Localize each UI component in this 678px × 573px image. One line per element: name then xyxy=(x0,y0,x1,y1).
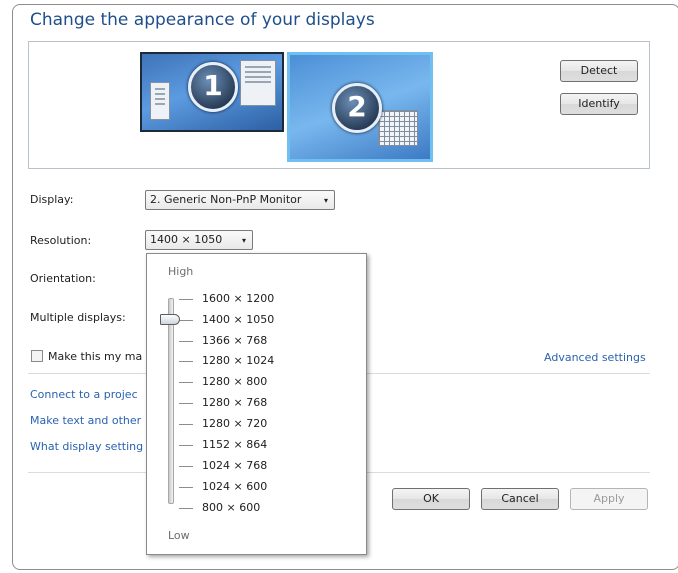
grid-window-icon xyxy=(378,110,418,146)
monitor-2-number: 2 xyxy=(332,83,382,133)
chevron-down-icon: ▾ xyxy=(241,236,246,245)
resolution-option[interactable]: 1280 × 720 xyxy=(202,417,267,430)
display-dropdown[interactable]: 2. Generic Non-PnP Monitor ▾ xyxy=(145,190,335,210)
advanced-settings-link[interactable]: Advanced settings xyxy=(544,351,646,364)
resolution-dropdown[interactable]: 1400 × 1050 ▾ xyxy=(145,230,253,250)
resolution-slider-track[interactable] xyxy=(168,298,174,504)
resolution-slider-thumb[interactable] xyxy=(160,314,180,325)
resolution-option[interactable]: 1280 × 800 xyxy=(202,375,267,388)
window-preview-icon xyxy=(240,60,276,106)
resolution-label: Resolution: xyxy=(30,234,92,247)
resolution-option[interactable]: 1600 × 1200 xyxy=(202,292,274,305)
ok-button[interactable]: OK xyxy=(392,488,470,510)
slider-tick xyxy=(179,361,193,362)
low-label: Low xyxy=(168,529,190,542)
slider-tick xyxy=(179,424,193,425)
slider-tick xyxy=(179,320,193,321)
slider-tick xyxy=(179,382,193,383)
slider-tick xyxy=(179,466,193,467)
monitor-1-number: 1 xyxy=(188,62,238,112)
apply-button: Apply xyxy=(570,488,648,510)
resolution-option[interactable]: 1366 × 768 xyxy=(202,334,267,347)
resolution-option[interactable]: 1024 × 768 xyxy=(202,459,267,472)
document-icon xyxy=(150,82,170,120)
resolution-option[interactable]: 800 × 600 xyxy=(202,501,260,514)
resolution-dropdown-value: 1400 × 1050 xyxy=(150,233,223,246)
high-label: High xyxy=(168,265,194,278)
page-title: Change the appearance of your displays xyxy=(30,10,375,30)
slider-tick xyxy=(179,487,193,488)
chevron-down-icon: ▾ xyxy=(323,196,328,205)
resolution-option[interactable]: 1024 × 600 xyxy=(202,480,267,493)
identify-button[interactable]: Identify xyxy=(560,93,638,115)
make-main-display-label: Make this my ma xyxy=(48,350,143,363)
resolution-option[interactable]: 1280 × 768 xyxy=(202,396,267,409)
resolution-dropdown-menu: High 1600 × 1200 1400 × 1050 1366 × 768 … xyxy=(146,253,367,555)
resolution-option[interactable]: 1152 × 864 xyxy=(202,438,267,451)
resolution-option[interactable]: 1280 × 1024 xyxy=(202,354,274,367)
slider-tick xyxy=(179,445,193,446)
display-dropdown-value: 2. Generic Non-PnP Monitor xyxy=(150,193,302,206)
monitor-1-thumbnail[interactable]: 1 xyxy=(140,52,284,132)
cancel-button[interactable]: Cancel xyxy=(481,488,559,510)
slider-tick xyxy=(179,299,193,300)
resolution-option[interactable]: 1400 × 1050 xyxy=(202,313,274,326)
display-label: Display: xyxy=(30,193,74,206)
orientation-label: Orientation: xyxy=(30,272,96,285)
slider-tick xyxy=(179,341,193,342)
monitor-2-thumbnail[interactable]: 2 xyxy=(287,52,433,162)
display-settings-help-link[interactable]: What display setting xyxy=(30,440,143,453)
detect-button[interactable]: Detect xyxy=(560,60,638,82)
connect-projector-link[interactable]: Connect to a projec xyxy=(30,388,138,401)
slider-tick xyxy=(179,508,193,509)
multiple-displays-label: Multiple displays: xyxy=(30,311,126,324)
make-text-larger-link[interactable]: Make text and other xyxy=(30,414,141,427)
make-main-display-checkbox[interactable] xyxy=(31,350,43,362)
slider-tick xyxy=(179,403,193,404)
